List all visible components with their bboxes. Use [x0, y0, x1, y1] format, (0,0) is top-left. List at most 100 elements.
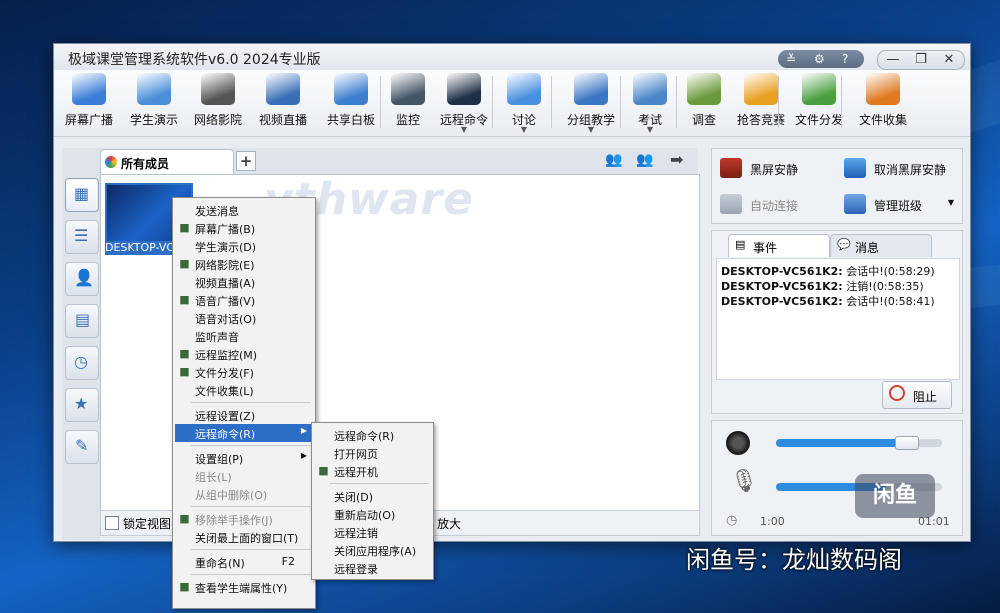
chevron-down-icon[interactable]: ▼	[559, 125, 623, 134]
minimize-icon[interactable]: —	[880, 51, 906, 69]
toolbar-monitor-person-button[interactable]: 监控	[389, 70, 427, 134]
toolbar-screen-broadcast-button[interactable]: 屏幕广播	[59, 70, 119, 134]
menu-item[interactable]: 文件收集(L)	[175, 381, 313, 399]
microphone-icon[interactable]: 🎙	[730, 469, 758, 494]
exam-clock-icon	[633, 73, 667, 105]
menu-item-label: 设置组(P)	[195, 453, 244, 466]
event-log-entry: DESKTOP-VC561K2: 会话中!(0:58:41)	[721, 293, 935, 309]
toolbar-film-reel-button[interactable]: 网络影院	[188, 70, 248, 134]
toolbar-exam-clock-button[interactable]: 考试 ▼	[627, 70, 673, 134]
menu-item[interactable]: ■ 远程开机	[314, 462, 431, 480]
properties-icon: ■	[179, 580, 190, 593]
chevron-down-icon[interactable]: ▼	[501, 125, 547, 134]
menu-item[interactable]: ■ 文件分发(F)	[175, 363, 313, 381]
menu-item[interactable]: ■ 屏幕广播(B)	[175, 219, 313, 237]
menu-item[interactable]: 学生演示(D)	[175, 237, 313, 255]
menu-item[interactable]: 关闭应用程序(A)	[314, 541, 431, 559]
document-icon: ▤	[735, 238, 746, 251]
add-tab-button[interactable]: +	[236, 151, 256, 171]
menu-item[interactable]: ■ 远程监控(M)	[175, 345, 313, 363]
list-view-button[interactable]: ☰	[65, 220, 99, 254]
help-icon[interactable]: ?	[842, 50, 848, 68]
user-remove-icon: 👤	[74, 268, 94, 287]
menu-item[interactable]: 设置组(P) ▶	[175, 449, 313, 467]
menu-item-label: 关闭应用程序(A)	[334, 545, 417, 558]
zoom-label[interactable]: 放大	[437, 515, 461, 532]
menu-item[interactable]: 关闭最上面的窗口(T)	[175, 528, 313, 546]
menu-item[interactable]: ■ 语音广播(V)	[175, 291, 313, 309]
speaker-volume-fill	[776, 439, 899, 447]
toolbar-file-collect-button[interactable]: 文件收集	[852, 70, 914, 134]
menu-item[interactable]: 监听声音	[175, 327, 313, 345]
chevron-right-icon: ▶	[300, 451, 307, 460]
menu-item[interactable]: 远程命令(R)	[314, 426, 431, 444]
tab-events[interactable]: ▤ 事件	[728, 234, 830, 257]
chevron-down-icon[interactable]: ▼	[432, 125, 496, 134]
menu-item-label: 远程命令(R)	[334, 430, 395, 443]
menu-item[interactable]: 关闭(D)	[314, 487, 431, 505]
toolbar-student-demo-button[interactable]: 学生演示	[125, 70, 183, 134]
document-view-button[interactable]: ▤	[65, 304, 99, 338]
menu-item[interactable]: 重新启动(O)	[314, 505, 431, 523]
menu-item-label: 发送消息	[195, 205, 239, 218]
manage-class-button[interactable]: 管理班级 ▼	[838, 187, 960, 221]
tab-all-members[interactable]: 所有成员	[100, 149, 234, 175]
menu-item[interactable]: 远程命令(R) ▶	[175, 424, 313, 442]
tab-messages[interactable]: 💬 消息	[830, 234, 932, 257]
restore-icon[interactable]: ❐	[908, 51, 934, 69]
menu-item-label: 远程注销	[334, 527, 378, 540]
toolbar-webcam-button[interactable]: 视频直播	[252, 70, 314, 134]
close-icon[interactable]: ✕	[936, 51, 962, 69]
menu-item-label: 打开网页	[334, 448, 378, 461]
microphone-icon: ■	[179, 293, 190, 306]
thumbnail-view-button[interactable]: ▦	[65, 178, 99, 212]
menu-item[interactable]: 远程设置(Z)	[175, 406, 313, 424]
star-user-view-button[interactable]: ★	[65, 388, 99, 422]
toolbar-chat-bubbles-button[interactable]: 讨论 ▼	[501, 70, 547, 134]
toolbar-label: 网络影院	[193, 113, 242, 127]
lock-view-label: 锁定视图	[123, 517, 172, 531]
add-user-icon[interactable]: 👥	[605, 152, 622, 168]
speaker-volume-knob[interactable]	[895, 436, 919, 450]
menu-item[interactable]: 发送消息	[175, 201, 313, 219]
file-send-icon: ■	[179, 365, 190, 378]
chevron-down-icon[interactable]: ▼	[948, 198, 954, 207]
event-log-entry: DESKTOP-VC561K2: 会话中!(0:58:29)	[721, 263, 935, 279]
lock-checkbox[interactable]	[105, 516, 119, 530]
toolbar-survey-bars-button[interactable]: 调查	[684, 70, 724, 134]
clock-view-button[interactable]: ◷	[65, 346, 99, 380]
toolbar-whiteboard-button[interactable]: 共享白板	[318, 70, 384, 134]
menu-shortcut: F2	[281, 555, 295, 568]
edit-view-button[interactable]: ✎	[65, 430, 99, 464]
title-button-group: ≚ ⚙ ?	[778, 50, 864, 68]
gear-icon[interactable]: ⚙	[814, 50, 825, 68]
menu-item[interactable]: ■ 网络影院(E)	[175, 255, 313, 273]
cancel-black-screen-button[interactable]: 取消黑屏安静	[838, 151, 960, 185]
pencil-icon: ✎	[75, 436, 89, 455]
menu-item[interactable]: 远程注销	[314, 523, 431, 541]
remove-user-icon[interactable]: 👥	[636, 152, 653, 168]
menu-item-label: 文件分发(F)	[195, 367, 254, 380]
menu-item[interactable]: 打开网页	[314, 444, 431, 462]
menu-item[interactable]: 语音对话(O)	[175, 309, 313, 327]
event-log: DESKTOP-VC561K2: 会话中!(0:58:29) DESKTOP-VC…	[716, 258, 960, 380]
student-view-button[interactable]: 👤	[65, 262, 99, 296]
speaker-icon[interactable]	[726, 431, 750, 455]
menu-separator	[191, 402, 311, 403]
toolbar-command-prompt-button[interactable]: 远程命令 ▼	[432, 70, 496, 134]
toolbar-label: 监控	[395, 113, 420, 127]
speaker-volume-slider[interactable]	[776, 436, 942, 450]
chevron-double-down-icon[interactable]: ≚	[786, 50, 796, 68]
chevron-down-icon[interactable]: ▼	[627, 125, 673, 134]
block-button[interactable]: 阻止	[882, 381, 952, 409]
toolbar-file-send-button[interactable]: 文件分发	[789, 70, 849, 134]
auto-connect-button[interactable]: 自动连接	[714, 187, 836, 221]
black-screen-button[interactable]: 黑屏安静	[714, 151, 836, 185]
event-panel: ▤ 事件 💬 消息 DESKTOP-VC561K2: 会话中!(0:58:29)…	[711, 230, 963, 414]
menu-item[interactable]: 视频直播(A)	[175, 273, 313, 291]
toolbar-group-people-button[interactable]: 分组教学 ▼	[559, 70, 623, 134]
menu-item[interactable]: 重命名(N) F2	[175, 553, 313, 571]
menu-item[interactable]: ■ 查看学生端属性(Y)	[175, 578, 313, 596]
arrow-right-icon[interactable]: ➡	[670, 150, 683, 169]
menu-item[interactable]: 远程登录	[314, 559, 431, 577]
